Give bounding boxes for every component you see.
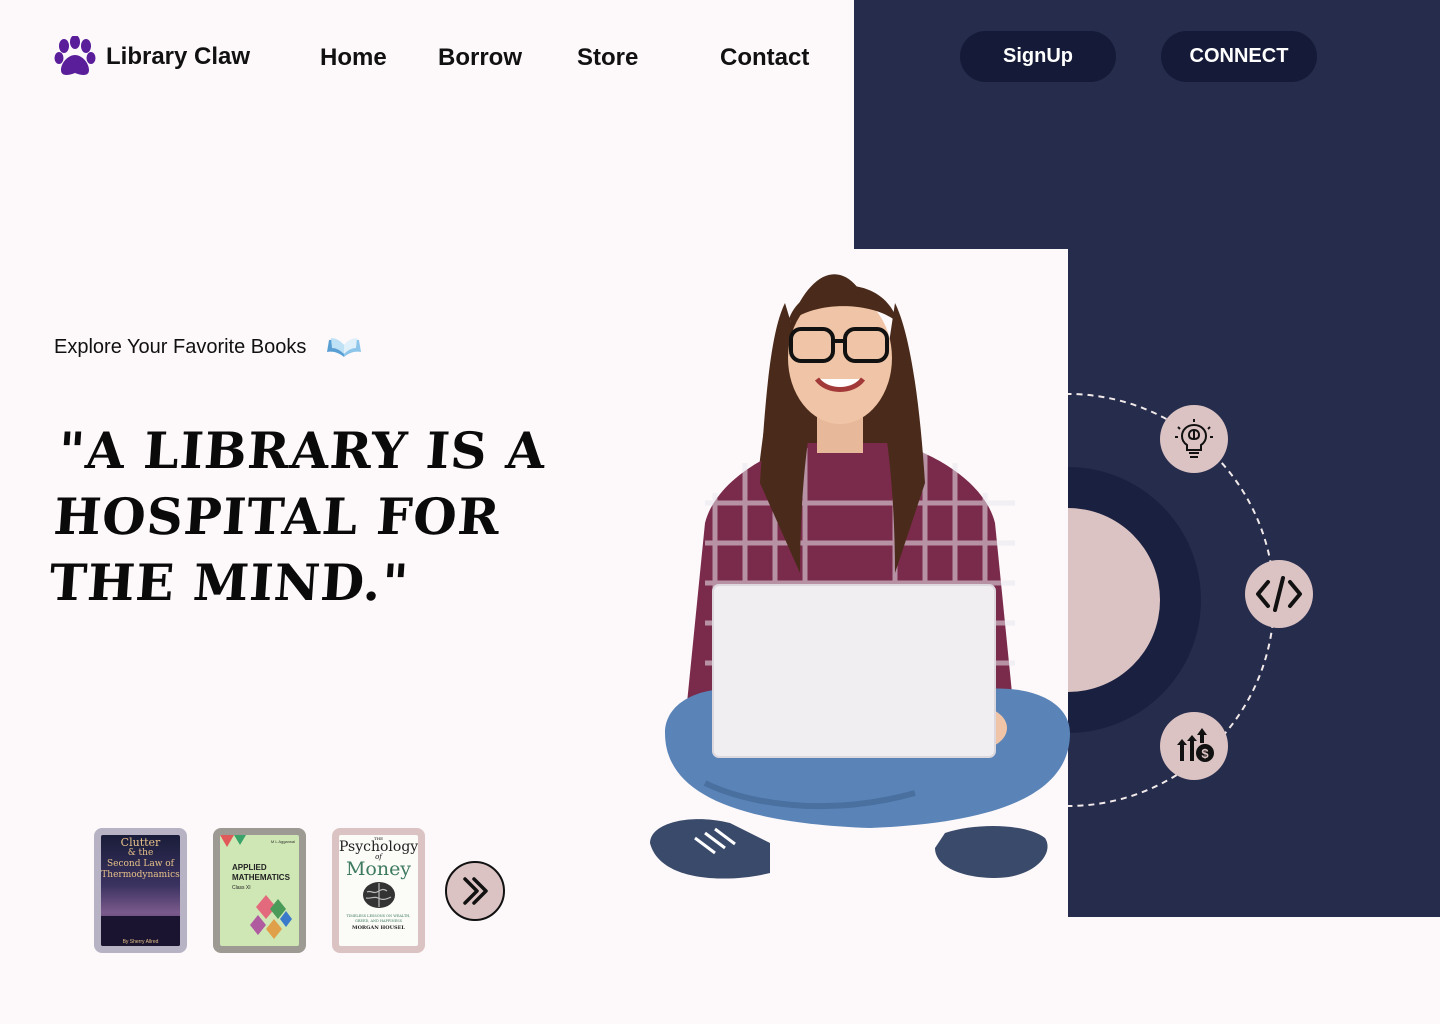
signup-button[interactable]: SignUp <box>960 31 1116 82</box>
student-photo <box>650 274 1070 879</box>
carousel-next-button[interactable] <box>445 861 505 921</box>
nav-contact[interactable]: Contact <box>720 44 809 72</box>
brand-logo[interactable]: Library Claw <box>54 36 250 78</box>
brain-bulb-icon <box>1160 405 1228 473</box>
paw-icon <box>54 36 96 75</box>
book-title-line: Second Law of <box>106 859 175 869</box>
book-author: By Sherry Allred <box>122 939 159 945</box>
nav-borrow[interactable]: Borrow <box>438 44 522 72</box>
header-dark-panel <box>854 0 1440 249</box>
book-title-line: Thermodynamics <box>101 870 180 880</box>
double-chevron-right-icon <box>463 877 488 905</box>
book-card[interactable]: Clutter & the Second Law of Thermodynami… <box>94 828 187 953</box>
book-title-line: Clutter <box>120 836 161 849</box>
code-icon <box>1245 560 1313 628</box>
connect-button[interactable]: CONNECT <box>1161 31 1317 82</box>
svg-text:$: $ <box>1201 746 1209 761</box>
book-title-word: Money <box>345 858 412 880</box>
nav-store[interactable]: Store <box>577 44 638 72</box>
tagline-text: Explore Your Favorite Books <box>54 335 307 358</box>
book-cover: M L Aggarwal APPLIED MATHEMATICS Class X… <box>220 835 299 946</box>
book-pattern <box>220 835 292 939</box>
book-cover: Clutter & the Second Law of Thermodynami… <box>101 835 180 946</box>
brand-name: Library Claw <box>106 43 251 70</box>
book-card[interactable]: THE Psychology of Money TIMELESS LESSONS… <box>332 828 425 953</box>
book-cover: THE Psychology of Money TIMELESS LESSONS… <box>339 835 418 946</box>
growth-dollar-icon: $ <box>1160 712 1228 780</box>
open-book-icon <box>327 338 362 357</box>
hero-tagline: Explore Your Favorite Books <box>54 335 362 359</box>
book-card[interactable]: M L Aggarwal APPLIED MATHEMATICS Class X… <box>213 828 306 953</box>
book-title-line: & the <box>127 848 154 858</box>
brain-illustration <box>362 882 395 908</box>
hero-quote: "A library is a hospital for the mind." <box>47 421 548 612</box>
book-subtitle: TIMELESS LESSONS ON WEALTH, GREED, AND H… <box>346 914 411 923</box>
nav-home[interactable]: Home <box>320 44 387 72</box>
book-author: MORGAN HOUSEL <box>352 925 405 931</box>
